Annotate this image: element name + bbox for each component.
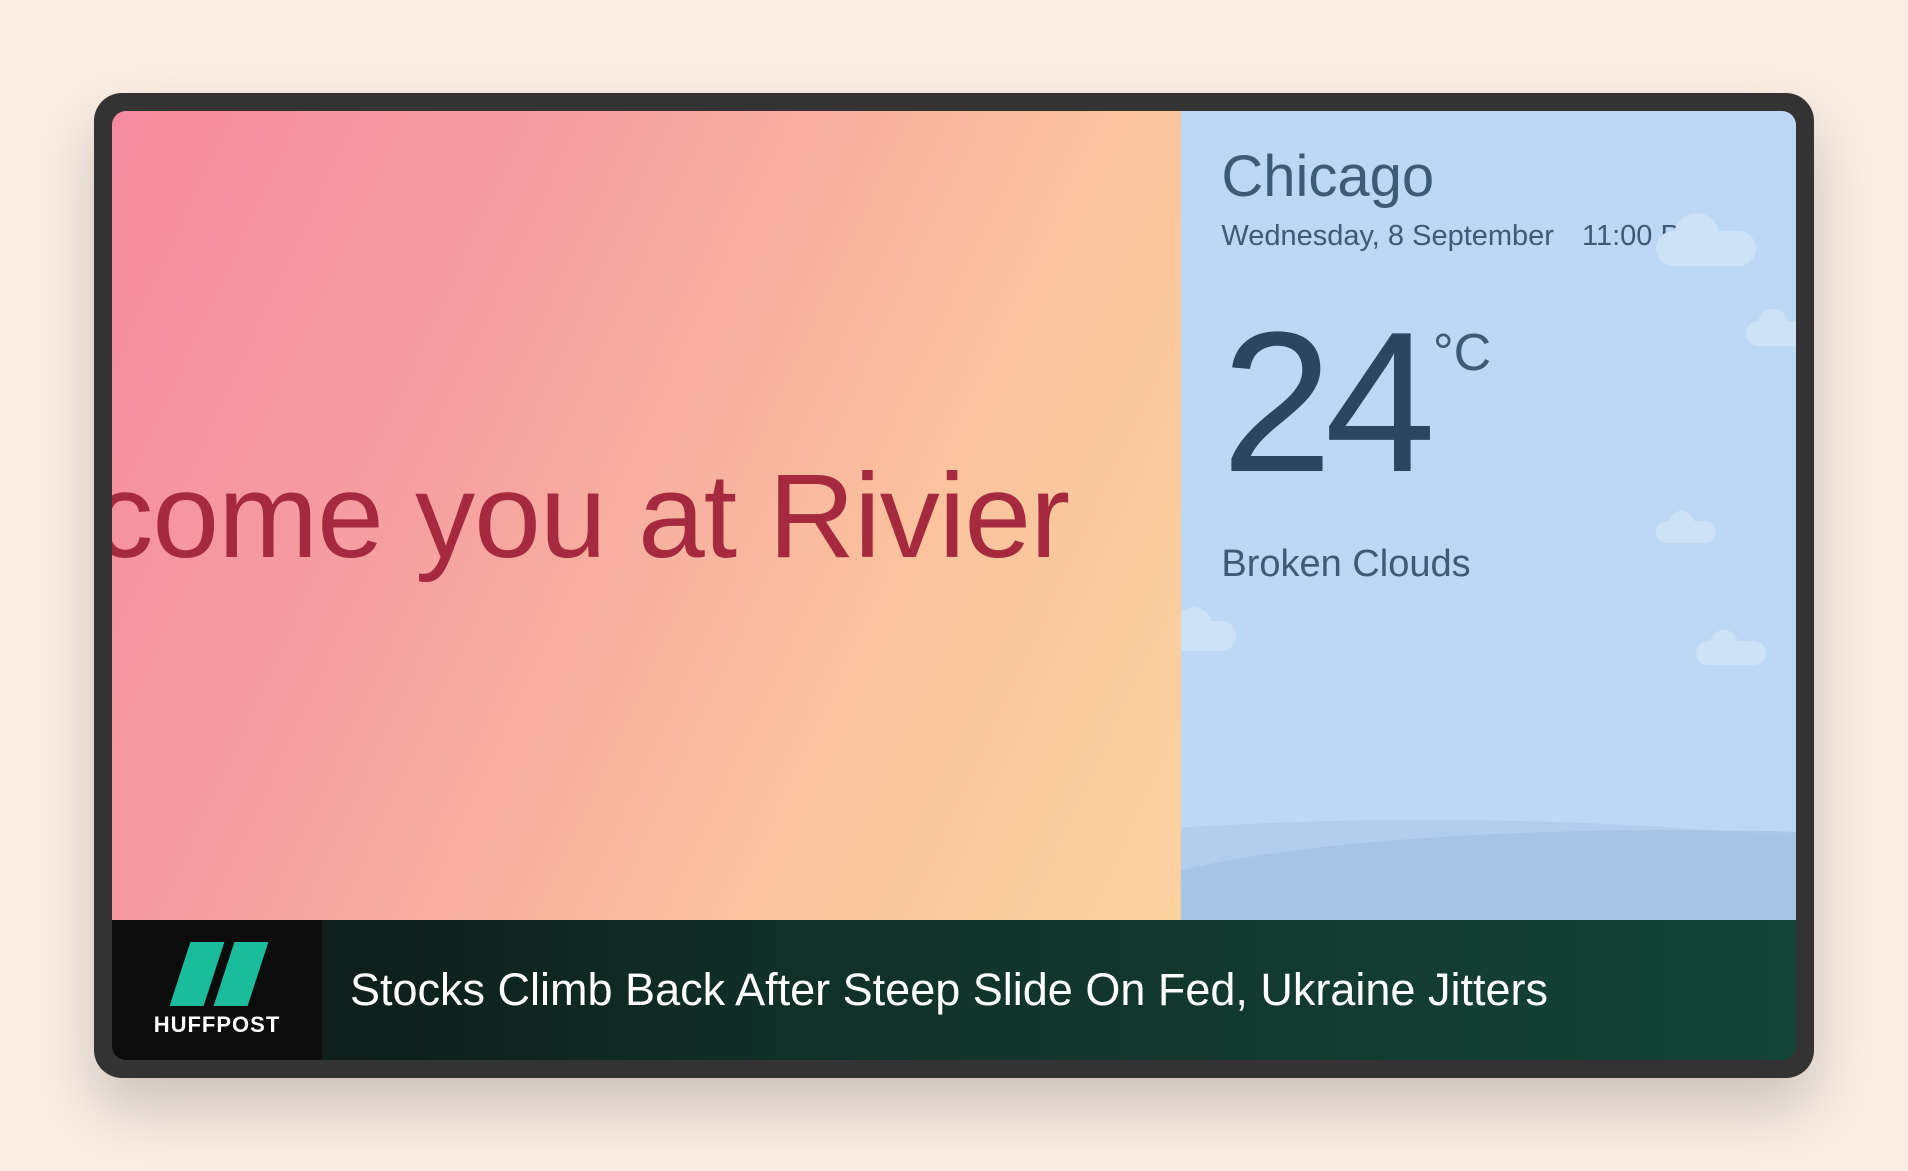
welcome-message: elcome you at Rivier (112, 447, 1069, 585)
screen-content: elcome you at Rivier Chicago Wednesday, … (112, 111, 1796, 1060)
weather-temperature-wrap: 24 °C (1221, 313, 1756, 493)
news-ticker: HUFFPOST Stocks Climb Back After Steep S… (112, 920, 1796, 1060)
hills-decoration (1181, 740, 1796, 920)
huffpost-label: HUFFPOST (154, 1012, 281, 1038)
cloud-icon (1696, 641, 1766, 665)
ticker-logo: HUFFPOST (112, 920, 322, 1060)
weather-unit: °C (1433, 323, 1491, 383)
ticker-headline: Stocks Climb Back After Steep Slide On F… (322, 964, 1796, 1016)
display-screen: elcome you at Rivier Chicago Wednesday, … (94, 93, 1814, 1078)
cloud-icon (1746, 321, 1796, 346)
cloud-icon (1181, 621, 1236, 651)
weather-city: Chicago (1221, 143, 1756, 210)
cloud-icon (1656, 521, 1716, 543)
cloud-icon (1656, 231, 1756, 266)
top-area: elcome you at Rivier Chicago Wednesday, … (112, 111, 1796, 920)
welcome-panel: elcome you at Rivier (112, 111, 1181, 920)
huffpost-icon (172, 942, 262, 1006)
weather-panel: Chicago Wednesday, 8 September 11:00 PM … (1181, 111, 1796, 920)
weather-condition: Broken Clouds (1221, 543, 1756, 586)
weather-temperature: 24 (1221, 313, 1427, 493)
weather-date: Wednesday, 8 September (1221, 220, 1554, 253)
